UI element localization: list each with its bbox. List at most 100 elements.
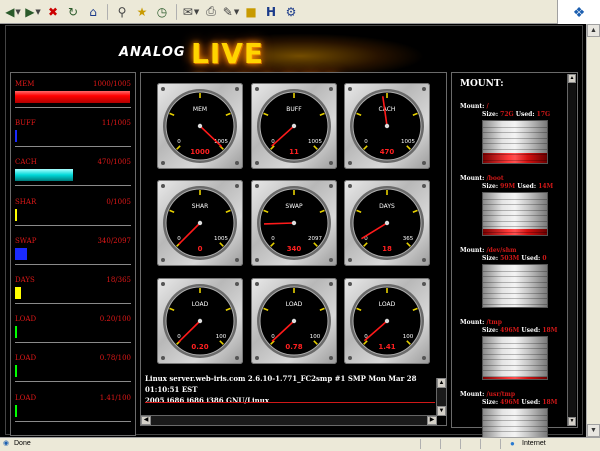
corner-screw-icon: [235, 258, 239, 262]
stat-bar-fill: [15, 169, 73, 182]
discuss-icon[interactable]: ■: [242, 3, 260, 21]
gauge-cach: CACH 0 1005 470: [344, 83, 430, 169]
corner-screw-icon: [422, 184, 426, 188]
gauge-name: CACH: [379, 106, 396, 113]
stat-row-load: LOAD 1.41/100: [15, 394, 131, 430]
console-vscrollbar[interactable]: ▲ ▼: [436, 378, 446, 416]
edit-icon[interactable]: ✎ ▼: [222, 3, 240, 21]
stat-value: 340/2097: [97, 236, 131, 245]
gauge-mem: MEM 0 1005 1000: [157, 83, 243, 169]
favorites-icon[interactable]: ★: [133, 3, 151, 21]
stat-bar-track: [15, 130, 131, 143]
gauge-hub: [197, 318, 203, 324]
mount-size-label: Size:: [482, 399, 499, 406]
history-icon[interactable]: ◷: [153, 3, 171, 21]
mount-scroll-down-icon[interactable]: ▼: [568, 417, 576, 426]
browser-toolbar: ◀ ▼ ▶ ▼ ✖ ↻ ⌂ ⚲ ★ ◷ ✉ ▼ ⎙ ✎ ▼ ■ H ⚙: [0, 0, 600, 24]
mount-name: Mount: /: [460, 103, 489, 110]
corner-screw-icon: [422, 356, 426, 360]
corner-screw-icon: [255, 258, 259, 262]
gauge-hub: [291, 220, 297, 226]
stat-row-buff: BUFF 11/1005: [15, 119, 131, 155]
cylinder-stripe: [483, 348, 547, 349]
mount-item: Mount: /boot Size: 99M Used: 14M: [458, 175, 566, 243]
stat-divider: [15, 146, 131, 148]
mount-name-label: Mount:: [460, 319, 485, 326]
gauge-name: DAYS: [379, 203, 395, 210]
mail-icon[interactable]: ✉ ▼: [182, 3, 200, 21]
mount-scroll-up-icon[interactable]: ▲: [568, 74, 576, 83]
corner-screw-icon: [422, 282, 426, 286]
page-scroll-down-icon[interactable]: ▼: [587, 424, 600, 437]
cylinder-stripe: [483, 204, 547, 205]
stat-value: 18/365: [106, 276, 131, 284]
stat-bar-fill: [15, 130, 17, 143]
home-icon[interactable]: ⌂: [84, 3, 102, 21]
mount-path: /tmp: [486, 319, 502, 326]
print-icon[interactable]: ⎙: [202, 3, 220, 21]
mount-name: Mount: /dev/shm: [460, 247, 516, 254]
corner-screw-icon: [161, 161, 165, 165]
cylinder-stripe: [483, 431, 547, 432]
corner-screw-icon: [329, 258, 333, 262]
search-icon[interactable]: ⚲: [113, 3, 131, 21]
gauge-hub: [197, 123, 203, 129]
stat-divider: [15, 303, 131, 304]
mount-item: Mount: /usr/tmp Size: 496M Used: 18M: [458, 391, 566, 437]
stop-icon[interactable]: ✖: [44, 3, 62, 21]
cylinder-stripe: [483, 292, 547, 294]
corner-screw-icon: [255, 184, 259, 188]
page-vscrollbar[interactable]: ▲ ▼: [586, 24, 600, 437]
mount-size-used: Size: 496M Used: 18M: [482, 327, 557, 334]
gauge-reading: 0: [198, 245, 203, 253]
console-hscrollbar[interactable]: ◀ ▶: [141, 415, 437, 425]
corner-screw-icon: [422, 258, 426, 262]
gauge-hub: [291, 123, 297, 129]
research-icon[interactable]: ⚙: [282, 3, 300, 21]
stat-label: SWAP: [15, 236, 37, 245]
mount-vscrollbar[interactable]: ▲ ▼: [567, 74, 576, 426]
gauge-hub: [197, 220, 203, 226]
status-divider-3: [460, 439, 461, 449]
cylinder-stripe: [483, 303, 547, 305]
console-scroll-down-icon[interactable]: ▼: [437, 406, 446, 416]
gauge-load: LOAD 0 100 0.20: [157, 278, 243, 364]
corner-screw-icon: [329, 282, 333, 286]
gauge-reading: 11: [289, 148, 299, 156]
mount-name-label: Mount:: [460, 247, 485, 254]
scroll-right-icon[interactable]: ▶: [427, 416, 437, 425]
page-scroll-up-icon[interactable]: ▲: [587, 24, 600, 37]
stat-divider: [15, 224, 131, 226]
gauge-needle: [263, 222, 295, 225]
stat-divider: [15, 342, 131, 344]
mount-name: Mount: /tmp: [460, 319, 502, 326]
gauge-name: SHAR: [192, 203, 209, 210]
corner-screw-icon: [235, 184, 239, 188]
stat-value: 1000/1005: [93, 80, 131, 88]
logo-analog-text: ANALOG: [119, 45, 186, 60]
toolbar-separator-2: [176, 3, 177, 20]
gauge-max: 2097: [308, 236, 322, 242]
back-icon[interactable]: ◀ ▼: [4, 3, 22, 21]
mount-usage-cylinder: [482, 336, 548, 380]
status-divider-5: [500, 439, 501, 449]
stat-divider: [15, 107, 131, 108]
corner-screw-icon: [348, 282, 352, 286]
mount-size: 72G: [500, 111, 514, 118]
stat-bar-track: [15, 365, 131, 378]
mount-usage-cylinder: [482, 192, 548, 236]
scroll-left-icon[interactable]: ◀: [141, 416, 151, 425]
mount-size-label: Size:: [482, 183, 499, 190]
stat-value: 11/1005: [101, 119, 131, 128]
security-zone-label: Internet: [522, 440, 546, 447]
windows-logo-icon: ❖: [557, 0, 600, 24]
console-scroll-up-icon[interactable]: ▲: [437, 378, 446, 388]
refresh-icon[interactable]: ↻: [64, 3, 82, 21]
mount-used: 18M: [542, 399, 558, 406]
status-divider-4: [480, 439, 481, 449]
mount-name: Mount: /boot: [460, 175, 504, 182]
h-icon[interactable]: H: [262, 3, 280, 21]
forward-icon[interactable]: ▶ ▼: [24, 3, 42, 21]
corner-screw-icon: [255, 161, 259, 165]
corner-screw-icon: [329, 184, 333, 188]
